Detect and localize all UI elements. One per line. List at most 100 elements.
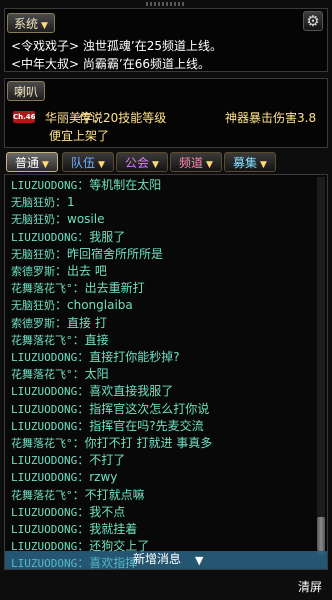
arrow-down-icon[interactable]: ▼ [195, 554, 203, 567]
chat-message: 花舞落花飞°：出去重新打 [11, 280, 145, 297]
message-text: ：昨回宿舍所所所是 [55, 246, 164, 261]
chat-message: 花舞落花飞°：直接 [11, 332, 109, 349]
chevron-down-icon: ▼ [98, 160, 105, 170]
message-text: ：不打就点嘛 [72, 487, 145, 502]
horn-message-part: 神器暴击伤害3.8 [225, 111, 317, 125]
message-text: ：等机制在太阳 [77, 178, 162, 192]
drag-handle[interactable] [146, 2, 186, 6]
chat-message: 无脑狂奶：chonglaiba [11, 297, 133, 314]
message-text: ：指挥官在吗?先麦交流 [77, 418, 204, 433]
chat-log[interactable]: LIUZUODONG：等机制在太阳 无脑狂奶：1 无脑狂奶：wosile LIUZUO… [4, 174, 328, 570]
message-sender[interactable]: LIUZUODONG [11, 403, 77, 416]
chat-message: LIUZUODONG：指挥官这次怎么打你说 [11, 401, 209, 418]
horn-message-part: 便宜上架了 [49, 129, 110, 143]
chat-message: LIUZUODONG：rzwy [11, 469, 117, 486]
message-sender[interactable]: LIUZUODONG [11, 385, 77, 398]
chat-message: LIUZUODONG：不打了 [11, 452, 125, 469]
tab-guild[interactable]: 公会 ▼ [116, 152, 168, 172]
message-text: ：太阳 [72, 367, 109, 382]
chat-message: 索德罗斯：出去 吧 [11, 263, 107, 280]
system-panel: 系统 ▼ ⚙ <令戏戏子> 浊世孤魂’在25频道上线。 <中年大叔> 尚霸霸’在6… [4, 8, 328, 72]
chat-message: LIUZUODONG：我服了 [11, 229, 125, 246]
message-text: ：wosile [55, 212, 105, 227]
message-text: ：我不点 [77, 504, 126, 519]
chevron-down-icon: ▼ [260, 160, 267, 170]
message-sender[interactable]: 花舞落花飞° [11, 282, 73, 295]
message-sender[interactable]: 无脑狂奶 [11, 248, 55, 261]
chat-message: 花舞落花飞°：你打不打 打就进 事真多 [11, 435, 212, 452]
message-sender[interactable]: LIUZUODONG [11, 471, 77, 484]
channel-badge: Ch.46 [13, 111, 36, 123]
tab-channel-label: 频道 [179, 156, 204, 170]
horn-tab[interactable]: 喇叭 [7, 81, 46, 101]
message-text: ：rzwy [77, 470, 118, 485]
message-text: ：你打不打 打就进 事真多 [72, 436, 213, 450]
tab-team[interactable]: 队伍 ▼ [62, 152, 114, 172]
chevron-down-icon: ▼ [152, 160, 159, 170]
tab-guild-label: 公会 [125, 156, 150, 170]
message-sender[interactable]: 索德罗斯 [11, 265, 55, 278]
message-text: ：直接打你能秒掉? [77, 350, 180, 364]
tab-recruit-label: 募集 [233, 156, 258, 170]
chevron-down-icon: ▼ [42, 160, 49, 170]
message-text: ：我服了 [77, 229, 126, 244]
message-sender[interactable]: LIUZUODONG [11, 506, 77, 519]
message-text: ：出去 吧 [55, 264, 107, 278]
message-text: ：指挥官这次怎么打你说 [77, 401, 210, 416]
message-sender[interactable]: 无脑狂奶 [11, 213, 55, 226]
chat-message: 索德罗斯：直接 打 [11, 315, 107, 332]
message-text: ：喜欢直接我服了 [77, 384, 174, 399]
chat-message: 花舞落花飞°：太阳 [11, 366, 109, 383]
tab-normal[interactable]: 普通 ▼ [6, 152, 58, 172]
message-sender[interactable]: LIUZUODONG [11, 523, 77, 536]
message-sender[interactable]: 索德罗斯 [11, 317, 55, 330]
message-sender[interactable]: 无脑狂奶 [11, 196, 55, 209]
gear-icon[interactable]: ⚙ [303, 11, 323, 31]
message-sender[interactable]: LIUZUODONG [11, 454, 77, 467]
clear-screen-button[interactable]: 清屏 [298, 578, 322, 595]
system-tab[interactable]: 系统 ▼ [7, 13, 55, 33]
message-sender[interactable]: 花舞落花飞° [11, 368, 73, 381]
chevron-down-icon: ▼ [206, 160, 213, 170]
chat-tab-bar: 普通 ▼ 队伍 ▼ 公会 ▼ 频道 ▼ 募集 ▼ [4, 152, 328, 174]
horn-message-part: 传说20技能等级 [79, 111, 167, 125]
message-text: ：不打了 [77, 453, 126, 468]
chat-message: LIUZUODONG：喜欢直接我服了 [11, 383, 173, 400]
chevron-down-icon: ▼ [41, 21, 48, 31]
message-sender[interactable]: LIUZUODONG [11, 231, 77, 244]
message-sender[interactable]: 花舞落花飞° [11, 489, 73, 502]
message-text: ：出去重新打 [72, 281, 145, 296]
tab-normal-label: 普通 [15, 156, 40, 170]
message-text: ：chonglaiba [55, 298, 133, 313]
message-text: ：我就挂着 [77, 522, 138, 536]
chat-message: 无脑狂奶：1 [11, 194, 75, 211]
message-sender[interactable]: 花舞落花飞° [11, 437, 73, 450]
chat-message: LIUZUODONG：等机制在太阳 [11, 177, 161, 194]
chat-message: LIUZUODONG：直接打你能秒掉? [11, 349, 180, 366]
horn-tab-label: 喇叭 [14, 85, 39, 99]
chat-message: 花舞落花飞°：不打就点嘛 [11, 487, 145, 504]
message-sender[interactable]: LIUZUODONG [11, 351, 77, 364]
system-tab-label: 系统 [14, 17, 39, 31]
message-text: ：1 [55, 195, 75, 210]
message-sender[interactable]: LIUZUODONG [11, 420, 77, 433]
message-sender[interactable]: 花舞落花飞° [11, 334, 73, 347]
chat-message: LIUZUODONG：我不点 [11, 504, 125, 521]
chat-message: 无脑狂奶：wosile [11, 211, 104, 228]
scrollbar-thumb[interactable] [317, 517, 325, 551]
message-text: ：直接 打 [55, 315, 107, 330]
system-line: <令戏戏子> 浊世孤魂’在25频道上线。 [11, 39, 223, 53]
tab-channel[interactable]: 频道 ▼ [170, 152, 222, 172]
tab-team-label: 队伍 [71, 156, 96, 170]
chat-message: 无脑狂奶：昨回宿舍所所所是 [11, 246, 163, 263]
message-text: ：直接 [72, 332, 109, 347]
system-line: <中年大叔> 尚霸霸’在66频道上线。 [11, 57, 211, 71]
message-sender[interactable]: LIUZUODONG [11, 179, 77, 192]
chat-message: LIUZUODONG：指挥官在吗?先麦交流 [11, 418, 204, 435]
new-message-label[interactable]: 新增消息 [133, 550, 181, 567]
chat-message: LIUZUODONG：我就挂着 [11, 521, 137, 538]
tab-recruit[interactable]: 募集 ▼ [224, 152, 276, 172]
message-sender[interactable]: 无脑狂奶 [11, 299, 55, 312]
horn-panel: 喇叭 Ch.46 华丽美学： 传说20技能等级 神器暴击伤害3.8 便宜上架了 [4, 78, 328, 148]
scrollbar-track[interactable] [317, 177, 325, 555]
